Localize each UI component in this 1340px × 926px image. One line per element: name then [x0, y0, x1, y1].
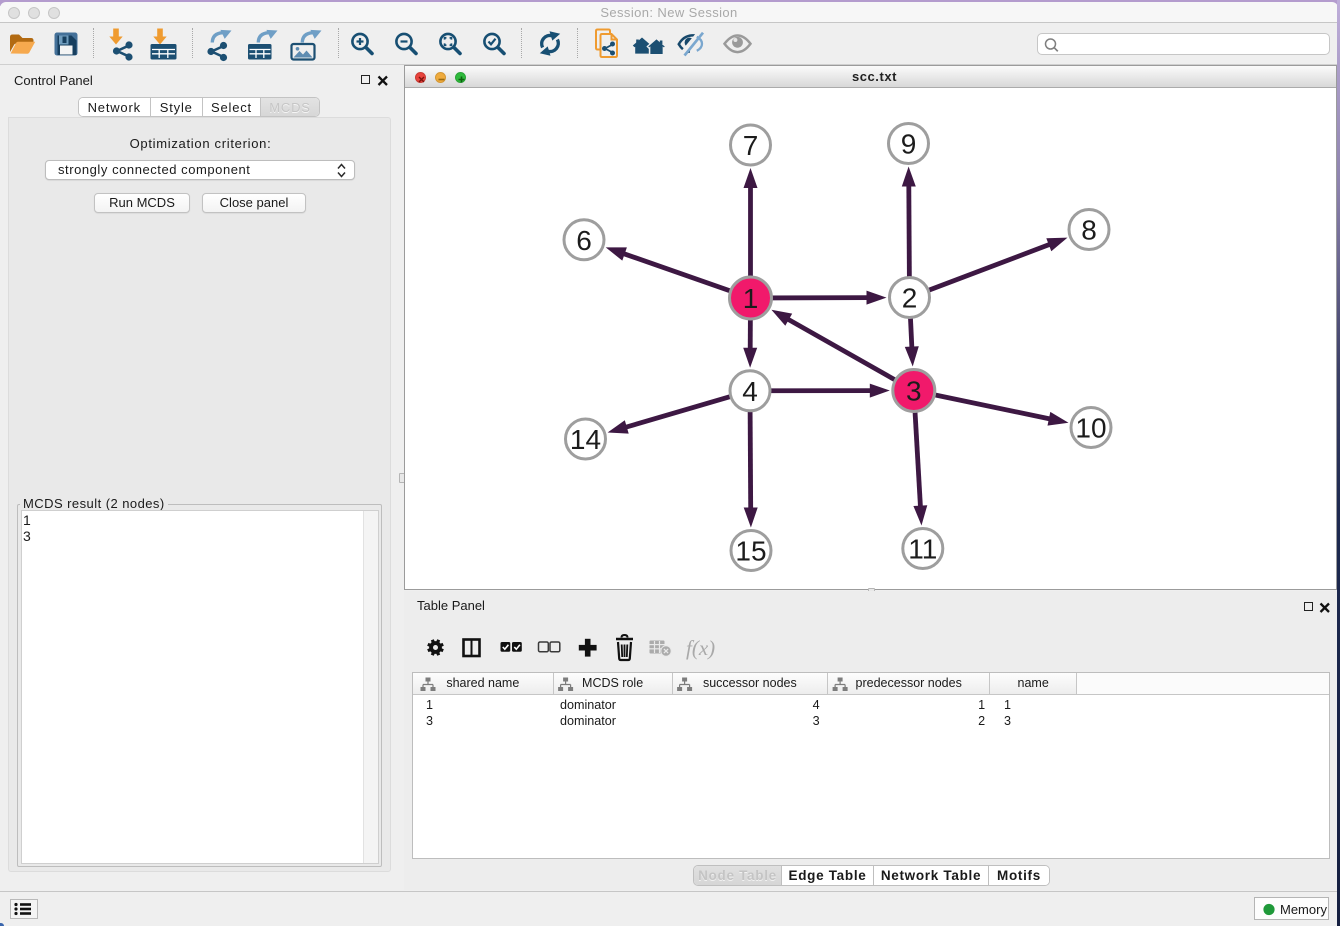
svg-text:15: 15 [735, 536, 766, 567]
svg-text:3: 3 [906, 376, 922, 407]
svg-text:9: 9 [901, 129, 917, 160]
svg-text:1: 1 [743, 283, 759, 314]
svg-text:f(x): f(x) [686, 636, 715, 660]
svg-text:10: 10 [1075, 413, 1106, 444]
svg-text:14: 14 [570, 424, 601, 455]
svg-text:11: 11 [908, 534, 937, 565]
svg-text:6: 6 [576, 225, 592, 256]
svg-text:2: 2 [902, 283, 918, 314]
svg-text:8: 8 [1081, 215, 1097, 246]
svg-text:7: 7 [743, 130, 759, 161]
svg-text:4: 4 [742, 376, 758, 407]
